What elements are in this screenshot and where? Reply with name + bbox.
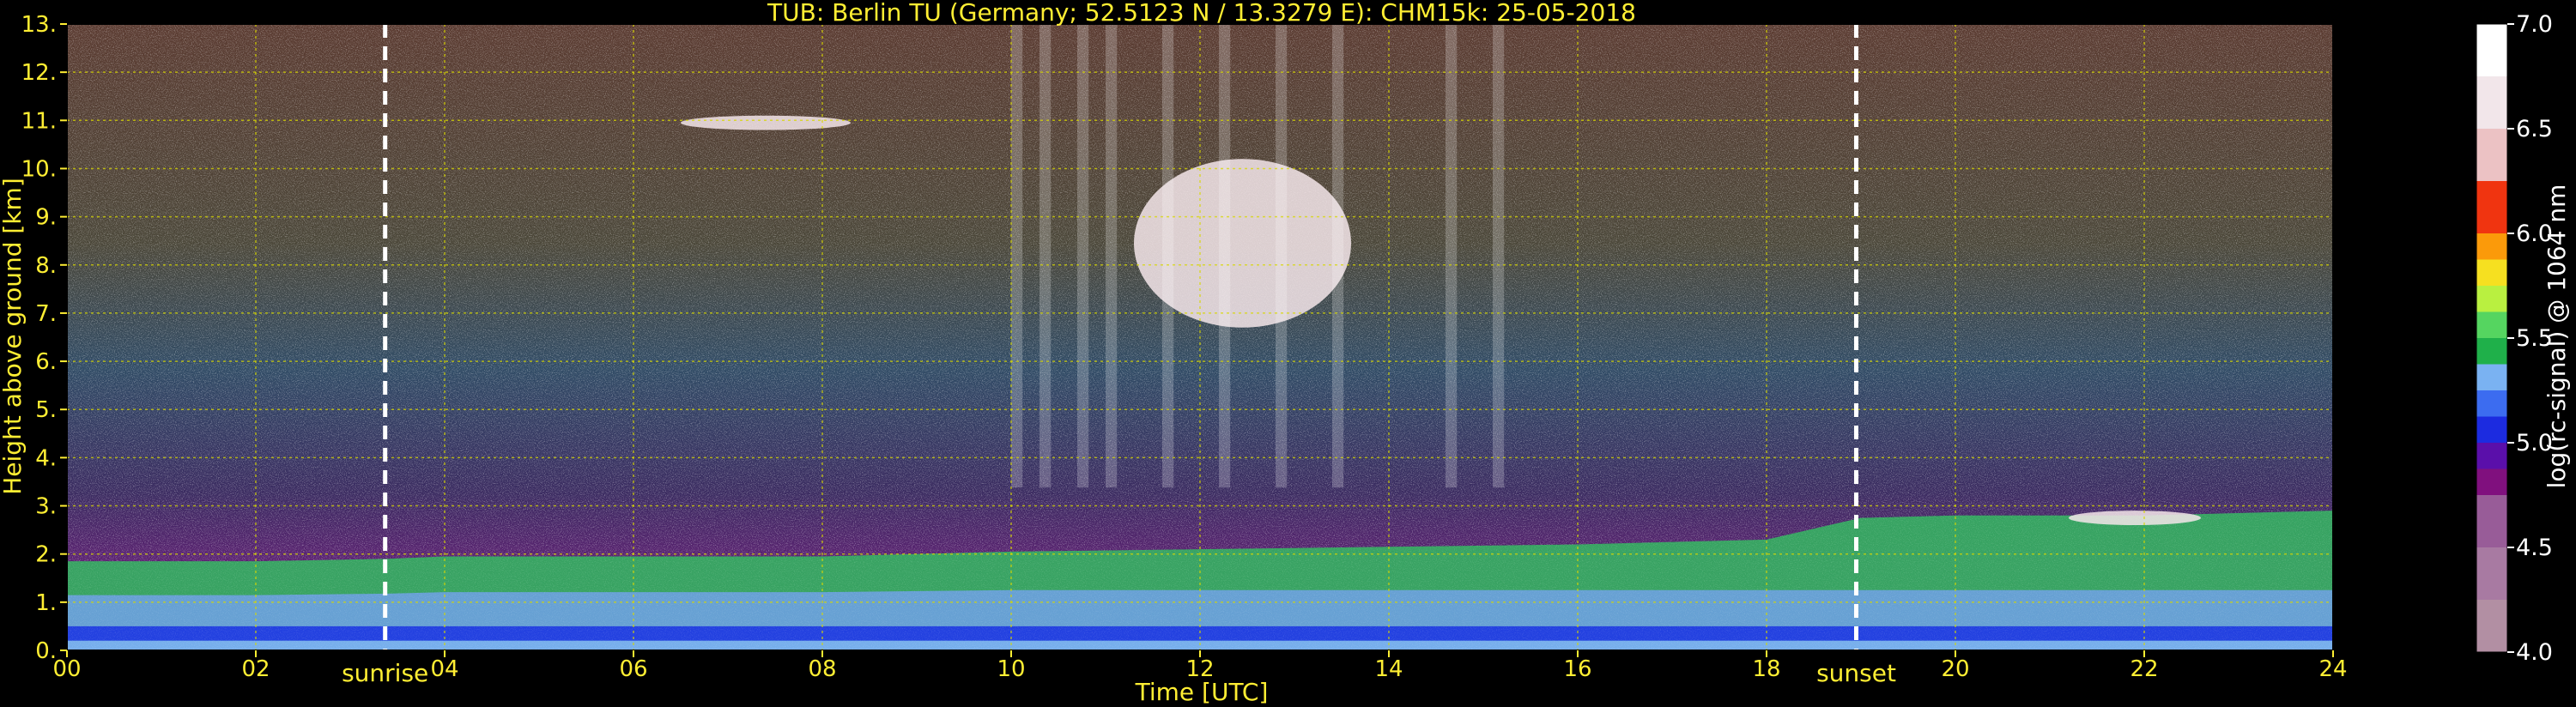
colorbar-segment — [2476, 259, 2507, 286]
colorbar: 4.04.55.05.56.06.57.0 — [2476, 11, 2553, 666]
colorbar-segment — [2476, 76, 2507, 129]
x-tick-label: 22 — [2130, 656, 2158, 682]
y-tick-label: 8. — [35, 253, 57, 279]
signal-streak — [1162, 24, 1174, 488]
x-tick-label: 14 — [1374, 656, 1403, 682]
colorbar-segment — [2476, 390, 2507, 417]
y-tick-label: 3. — [35, 494, 57, 520]
cloud-feature — [2069, 511, 2201, 525]
colorbar-tick-label: 4.5 — [2516, 535, 2553, 561]
colorbar-segment — [2476, 181, 2507, 233]
signal-streak — [1077, 24, 1089, 488]
colorbar-tick-label: 4.0 — [2516, 639, 2553, 666]
x-tick-label: 16 — [1563, 656, 1591, 682]
y-tick-label: 6. — [35, 349, 57, 375]
colorbar-segment — [2476, 286, 2507, 312]
signal-streak — [1219, 24, 1231, 488]
colorbar-segment — [2476, 600, 2507, 652]
signal-streak — [1011, 24, 1023, 488]
y-tick-label: 12. — [21, 60, 57, 86]
colorbar-segment — [2476, 364, 2507, 390]
x-tick-label: 10 — [997, 656, 1025, 682]
cloud-feature — [681, 115, 851, 130]
x-axis-label: Time [UTC] — [1135, 678, 1269, 706]
signal-streak — [1039, 24, 1052, 488]
x-tick-label: 06 — [619, 656, 647, 682]
x-tick-label: 04 — [430, 656, 458, 682]
y-tick-label: 2. — [35, 542, 57, 568]
event-label-sunset: sunset — [1816, 659, 1896, 687]
colorbar-segment — [2476, 311, 2507, 338]
colorbar-tick-label: 7.0 — [2516, 11, 2553, 38]
colorbar-segment — [2476, 129, 2507, 181]
event-label-sunrise: sunrise — [342, 659, 428, 687]
signal-streak — [1106, 24, 1118, 488]
colorbar-segment — [2476, 24, 2507, 76]
x-tick-label: 18 — [1752, 656, 1780, 682]
colorbar-segment — [2476, 495, 2507, 547]
y-tick-label: 9. — [35, 205, 57, 231]
y-tick-label: 1. — [35, 590, 57, 616]
x-tick-label: 00 — [52, 656, 81, 682]
signal-streak — [1276, 24, 1288, 488]
x-tick-label: 08 — [808, 656, 836, 682]
ceilometer-chart: sunrise sunset 0.1.2.3.4.5.6.7.8.9.10.11.… — [0, 0, 2571, 706]
y-tick-label: 11. — [21, 108, 57, 134]
x-tick-label: 02 — [241, 656, 270, 682]
y-tick-label: 5. — [35, 397, 57, 423]
signal-streak — [1493, 24, 1505, 488]
colorbar-segment — [2476, 443, 2507, 469]
colorbar-tick-label: 6.5 — [2516, 116, 2553, 142]
y-tick-label: 4. — [35, 445, 57, 471]
signal-streak — [1446, 24, 1458, 488]
chart-title: TUB: Berlin TU (Germany; 52.5123 N / 13.… — [767, 0, 1636, 27]
colorbar-segment — [2476, 416, 2507, 443]
colorbar-segment — [2476, 233, 2507, 260]
x-tick-label: 20 — [1941, 656, 1969, 682]
colorbar-segment — [2476, 468, 2507, 495]
y-tick-label: 7. — [35, 301, 57, 327]
y-axis-label: Height above ground [km] — [0, 178, 27, 495]
x-tick-label: 24 — [2318, 656, 2347, 682]
colorbar-segment — [2476, 547, 2507, 600]
colorbar-segment — [2476, 338, 2507, 365]
colorbar-label: log(rc-signal) @ 1064 nm — [2543, 184, 2571, 489]
signal-streak — [1332, 24, 1344, 488]
y-tick-label: 13. — [21, 12, 57, 38]
